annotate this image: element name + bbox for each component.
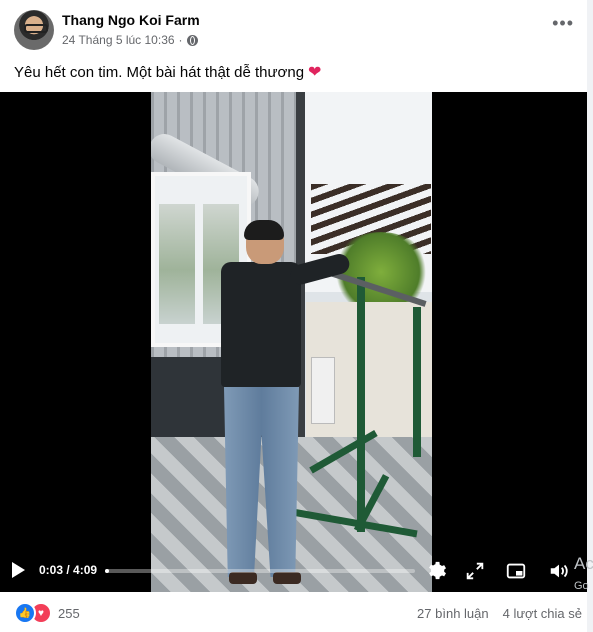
comment-count[interactable]: 27 bình luận [417, 606, 489, 621]
play-icon[interactable] [12, 562, 25, 578]
post-meta: 24 Tháng 5 lúc 10:36 · [62, 33, 198, 47]
progress-fill [105, 569, 109, 573]
post-header: Thang Ngo Koi Farm 24 Tháng 5 lúc 10:36 … [14, 10, 584, 54]
more-options-icon[interactable]: ••• [552, 14, 574, 32]
share-count[interactable]: 4 lượt chia sẻ [503, 606, 582, 621]
avatar[interactable] [14, 10, 54, 50]
heart-emoji: ❤ [308, 64, 322, 81]
post-footer: 👍 ♥ 255 27 bình luận 4 lượt chia sẻ [14, 598, 584, 628]
post-card: Thang Ngo Koi Farm 24 Tháng 5 lúc 10:36 … [0, 0, 587, 632]
timestamp[interactable]: 24 Tháng 5 lúc 10:36 [62, 33, 175, 47]
settings-icon[interactable] [425, 560, 447, 582]
overlay-subtext: Go [574, 580, 589, 592]
reaction-count[interactable]: 255 [58, 606, 80, 621]
separator: · [178, 33, 183, 47]
page-name[interactable]: Thang Ngo Koi Farm [62, 12, 200, 28]
like-reaction-icon[interactable]: 👍 [14, 602, 36, 624]
overlay-text: Ac [574, 554, 593, 573]
caption-text: Yêu hết con tim. Một bài hát thật dễ thư… [14, 63, 305, 81]
progress-bar[interactable] [105, 569, 415, 573]
post-stats: 27 bình luận 4 lượt chia sẻ [417, 606, 584, 621]
post-caption: Yêu hết con tim. Một bài hát thật dễ thư… [14, 62, 321, 82]
video-player[interactable]: 0:03 / 4:09 [0, 92, 587, 592]
fullscreen-icon[interactable] [464, 560, 486, 582]
video-frame [151, 92, 432, 592]
volume-icon[interactable] [548, 560, 570, 582]
video-controls: 0:03 / 4:09 [0, 550, 587, 592]
pip-icon[interactable] [505, 560, 527, 582]
globe-icon[interactable] [186, 34, 198, 46]
video-time: 0:03 / 4:09 [39, 563, 98, 577]
